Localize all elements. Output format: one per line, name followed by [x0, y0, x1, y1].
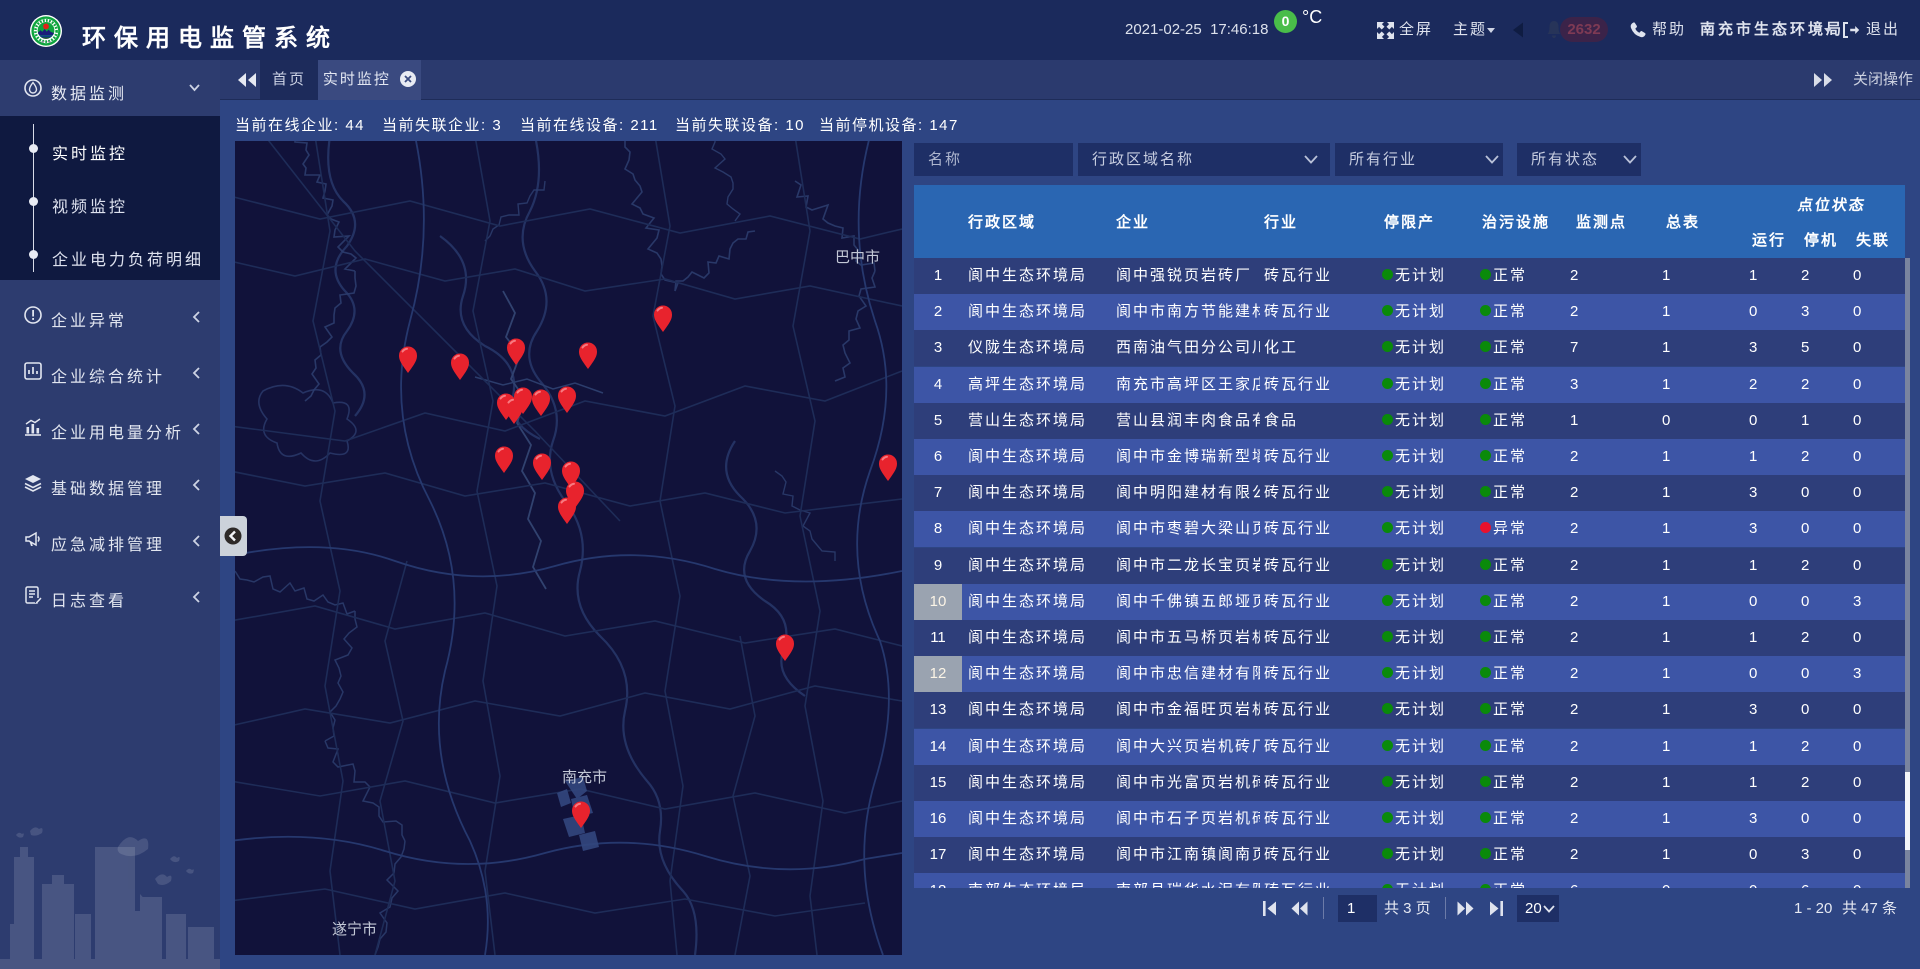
svg-text:巴中市: 巴中市: [835, 249, 880, 266]
svg-text:遂宁市: 遂宁市: [332, 921, 377, 938]
svg-text:南充市: 南充市: [562, 769, 607, 786]
